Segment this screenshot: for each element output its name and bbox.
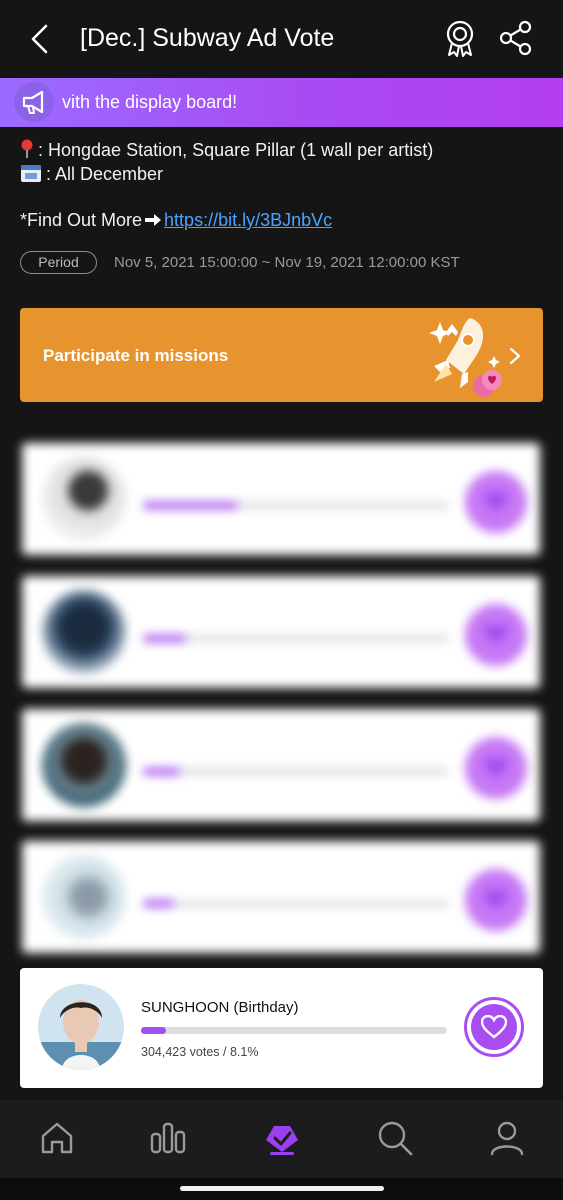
heart-icon (484, 624, 508, 645)
find-more-link[interactable]: https://bit.ly/3BJnbVc (164, 210, 332, 230)
dates-text: : All December (46, 164, 164, 184)
megaphone-icon (14, 82, 54, 122)
vote-info: : Hongdae Station, Square Pillar (1 wall… (20, 138, 433, 186)
vote-progress-bar (143, 900, 449, 907)
vote-button[interactable] (465, 471, 527, 533)
candidate-avatar (42, 855, 126, 939)
vote-progress-bar (143, 635, 449, 642)
vote-button[interactable] (465, 869, 527, 931)
home-icon[interactable] (37, 1118, 77, 1158)
candidate-avatar (38, 984, 124, 1070)
top-bar: [Dec.] Subway Ad Vote (0, 0, 563, 78)
vote-icon[interactable] (262, 1118, 302, 1158)
calendar-icon (21, 165, 41, 182)
period-dates: Nov 5, 2021 15:00:00 ~ Nov 19, 2021 12:0… (114, 254, 460, 271)
profile-icon[interactable] (487, 1118, 527, 1158)
vote-count: 304,423 votes / 8.1% (141, 1045, 259, 1059)
vote-progress-fill (143, 900, 174, 907)
location-text: : Hongdae Station, Square Pillar (1 wall… (38, 140, 434, 160)
vote-progress-fill (141, 1027, 166, 1034)
vote-button-inner (471, 1004, 517, 1050)
vote-button[interactable] (465, 737, 527, 799)
vote-progress-bar (141, 1027, 447, 1034)
vote-progress-fill (143, 768, 180, 775)
vote-progress-bar (143, 768, 449, 775)
vote-progress-fill (143, 635, 186, 642)
announcement-banner[interactable]: vith the display board! (0, 78, 563, 127)
my-candidate-card[interactable]: SUNGHOON (Birthday) 304,423 votes / 8.1% (20, 968, 543, 1088)
candidate-avatar (42, 457, 126, 541)
page-title: [Dec.] Subway Ad Vote (80, 24, 335, 52)
share-icon[interactable] (499, 20, 533, 56)
mission-label: Participate in missions (43, 346, 229, 365)
candidate-card[interactable] (22, 443, 540, 555)
candidate-avatar (42, 590, 126, 674)
bottom-tab-bar (0, 1100, 563, 1178)
chart-icon[interactable] (148, 1118, 188, 1158)
chevron-right-icon (509, 347, 521, 365)
candidate-card[interactable] (22, 709, 540, 821)
search-icon[interactable] (375, 1118, 415, 1158)
candidate-card[interactable] (22, 841, 540, 953)
vote-progress-fill (143, 502, 238, 509)
period-badge: Period (20, 251, 97, 274)
heart-icon (481, 1015, 507, 1039)
system-nav-bar (0, 1178, 563, 1200)
right-arrow-icon (145, 214, 162, 226)
back-arrow-icon[interactable] (26, 22, 56, 56)
vote-button[interactable] (464, 997, 524, 1057)
heart-icon (484, 889, 508, 910)
home-gesture-handle[interactable] (180, 1186, 384, 1191)
find-more-label: *Find Out More (20, 210, 143, 230)
heart-icon (484, 757, 508, 778)
candidate-card[interactable] (22, 576, 540, 688)
find-out-more: *Find Out More https://bit.ly/3BJnbVc (20, 210, 332, 231)
vote-progress-bar (143, 502, 449, 509)
vote-button[interactable] (465, 604, 527, 666)
candidate-name: SUNGHOON (Birthday) (141, 999, 299, 1016)
rocket-icon (429, 318, 502, 397)
award-icon[interactable] (440, 18, 480, 58)
candidate-avatar (42, 723, 126, 807)
participate-missions-button[interactable]: Participate in missions (20, 308, 543, 402)
pin-icon (21, 139, 33, 158)
heart-icon (484, 491, 508, 512)
banner-text: vith the display board! (62, 92, 238, 112)
